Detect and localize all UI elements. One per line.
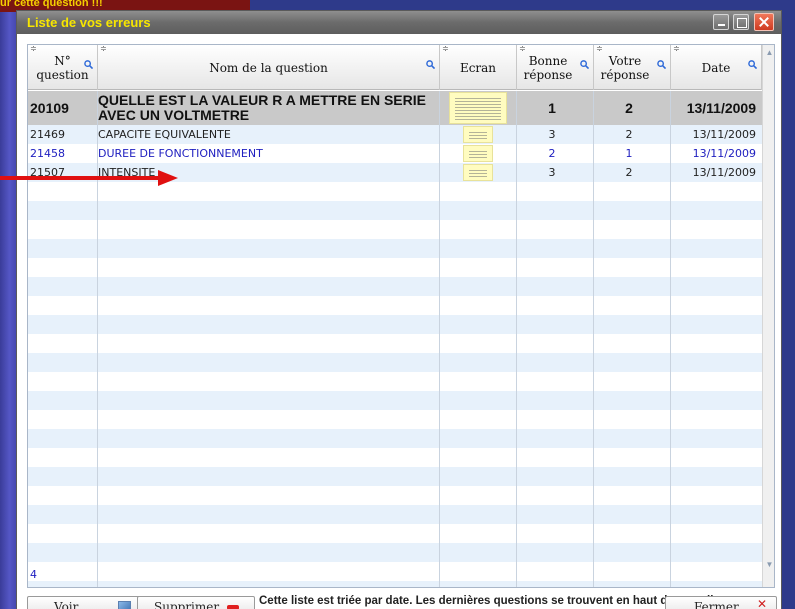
column-header-number[interactable]: ≑ N° question [28,45,98,90]
empty-row [28,372,762,391]
question-date: 13/11/2009 [692,166,756,179]
column-label: Nom de la question [209,60,328,75]
question-name: DUREE DE FONCTIONNEMENT [98,147,263,160]
fermer-button-label: Fermer [694,600,739,609]
correct-answer: 3 [548,166,556,179]
empty-row [28,562,762,581]
scroll-down-icon[interactable]: ▼ [764,559,774,571]
search-icon[interactable] [748,60,757,69]
empty-row [28,448,762,467]
search-icon[interactable] [657,60,666,69]
minimize-button[interactable] [713,14,729,30]
empty-row [28,258,762,277]
column-header-your-answer[interactable]: ≑ Votre réponse [594,45,671,90]
your-answer: 1 [625,147,633,160]
close-x-icon: ✕ [757,597,768,609]
errors-table: ≑ N° question ≑ Nom de la question ≑ Ecr… [27,44,775,588]
empty-row [28,410,762,429]
background-panel [0,12,16,609]
table-row[interactable]: 20109 QUELLE EST LA VALEUR R A METTRE EN … [28,91,762,125]
question-name: QUELLE EST LA VALEUR R A METTRE EN SERIE… [98,92,426,123]
question-name: CAPACITE EQUIVALENTE [98,128,231,141]
empty-row [28,524,762,543]
empty-row [28,296,762,315]
question-date: 13/11/2009 [692,147,756,160]
screen-thumbnail[interactable] [449,92,507,124]
empty-row [28,543,762,562]
scroll-up-icon[interactable]: ▲ [764,47,774,59]
row-count: 4 [30,568,37,581]
screen-thumbnail[interactable] [463,145,493,162]
window-titlebar[interactable]: Liste de vos erreurs [17,11,781,34]
table-row[interactable]: 21469 CAPACITE EQUIVALENTE 3 2 13/11/2009 [28,125,762,144]
empty-row [28,201,762,220]
empty-row [28,581,762,587]
screen-thumbnail[interactable] [463,126,493,143]
sort-icon: ≑ [100,44,107,53]
sort-icon: ≑ [30,44,37,53]
column-header-name[interactable]: ≑ Nom de la question [98,45,440,90]
supprimer-button-label: Supprimer [154,600,220,609]
sort-icon: ≑ [519,44,526,53]
empty-row [28,353,762,372]
maximize-button[interactable] [733,14,749,30]
column-label: Bonne réponse [523,53,573,82]
question-number: 20109 [30,100,69,116]
search-icon[interactable] [426,60,435,69]
search-icon[interactable] [580,60,589,69]
sort-note: Cette liste est triée par date. Les dern… [259,595,734,607]
sort-icon: ≑ [596,44,603,53]
column-divider [516,91,517,587]
empty-row [28,505,762,524]
your-answer: 2 [625,100,633,116]
column-header-date[interactable]: ≑ Date [671,45,762,90]
your-answer: 2 [625,166,633,179]
empty-row [28,467,762,486]
empty-row [28,239,762,258]
sort-icon: ≑ [673,44,680,53]
voir-button-label: Voir [54,600,79,609]
vertical-scrollbar[interactable]: ▲ ▼ [762,45,774,587]
correct-answer: 3 [548,128,556,141]
table-header: ≑ N° question ≑ Nom de la question ≑ Ecr… [28,45,762,90]
question-number: 21458 [30,147,65,160]
correct-answer: 1 [548,100,556,116]
footer-bar: Voir Supprimer Cette liste est triée par… [17,588,781,609]
empty-row [28,486,762,505]
question-date: 13/11/2009 [692,128,756,141]
column-divider [97,91,98,587]
red-arrow-annotation [0,170,178,186]
column-label: Ecran [459,60,497,75]
image-icon [118,601,131,609]
close-button[interactable] [754,13,774,31]
voir-button[interactable]: Voir [27,596,143,609]
minus-icon [227,605,239,609]
table-row[interactable]: 21458 DUREE DE FONCTIONNEMENT 2 1 13/11/2009 [28,144,762,163]
column-divider [439,91,440,587]
empty-row [28,277,762,296]
column-divider [670,91,671,587]
your-answer: 2 [625,128,633,141]
empty-row [28,391,762,410]
question-number: 21469 [30,128,65,141]
search-icon[interactable] [84,60,93,69]
column-header-correct-answer[interactable]: ≑ Bonne réponse [517,45,594,90]
empty-row [28,315,762,334]
question-date: 13/11/2009 [686,100,756,116]
window-title: Liste de vos erreurs [27,15,151,30]
errors-window: Liste de vos erreurs ≑ N° question ≑ Nom… [16,10,782,609]
empty-row [28,220,762,239]
empty-row [28,429,762,448]
empty-row [28,334,762,353]
sort-icon: ≑ [442,44,449,53]
background-banner-text: ur cette question !!! [0,0,103,9]
correct-answer: 2 [548,147,556,160]
screen-thumbnail[interactable] [463,164,493,181]
column-header-screen[interactable]: ≑ Ecran [440,45,517,90]
column-divider [593,91,594,587]
fermer-button[interactable]: Fermer ✕ [665,596,777,609]
column-label: Votre réponse [600,53,650,82]
supprimer-button[interactable]: Supprimer [137,596,255,609]
